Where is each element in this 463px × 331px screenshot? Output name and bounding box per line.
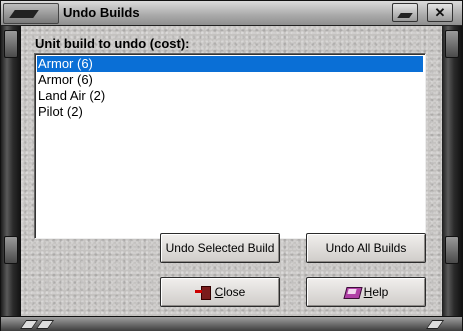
frame-corner-icon bbox=[35, 320, 55, 329]
exit-door-icon bbox=[194, 285, 211, 300]
list-item[interactable]: Armor (6) bbox=[37, 56, 423, 72]
window-menu-icon[interactable] bbox=[3, 3, 59, 24]
help-button-label: Help bbox=[363, 285, 389, 299]
dialog-body: Unit build to undo (cost): Armor (6) Arm… bbox=[21, 26, 442, 316]
window-title: Undo Builds bbox=[63, 5, 140, 20]
frame-rivet-icon bbox=[445, 236, 459, 264]
list-prompt-label: Unit build to undo (cost): bbox=[35, 36, 190, 51]
help-book-icon bbox=[343, 285, 363, 299]
minimize-icon bbox=[397, 13, 413, 18]
list-item[interactable]: Pilot (2) bbox=[37, 104, 423, 120]
title-bar[interactable]: Undo Builds ✕ bbox=[1, 1, 462, 26]
list-item[interactable]: Armor (6) bbox=[37, 72, 423, 88]
undo-all-builds-button[interactable]: Undo All Builds bbox=[306, 233, 426, 263]
unit-build-list[interactable]: Armor (6) Armor (6) Land Air (2) Pilot (… bbox=[34, 53, 426, 239]
resize-grip-icon[interactable] bbox=[425, 320, 445, 329]
minimize-button[interactable] bbox=[392, 3, 418, 22]
right-frame-rail bbox=[442, 26, 462, 316]
frame-rivet-icon bbox=[4, 30, 18, 58]
close-window-button[interactable]: ✕ bbox=[427, 3, 453, 22]
bottom-frame-bar bbox=[1, 316, 462, 331]
frame-rivet-icon bbox=[4, 236, 18, 264]
frame-rivet-icon bbox=[445, 30, 459, 58]
close-button-label: Close bbox=[214, 285, 246, 299]
undo-selected-build-label: Undo Selected Build bbox=[165, 241, 275, 255]
close-icon: ✕ bbox=[434, 5, 446, 20]
list-item[interactable]: Land Air (2) bbox=[37, 88, 423, 104]
undo-all-builds-label: Undo All Builds bbox=[325, 241, 407, 255]
left-frame-rail bbox=[1, 26, 21, 316]
help-button[interactable]: Help bbox=[306, 277, 426, 307]
undo-builds-dialog: Undo Builds ✕ Unit build to undo (cost):… bbox=[0, 0, 463, 331]
close-button[interactable]: Close bbox=[160, 277, 280, 307]
undo-selected-build-button[interactable]: Undo Selected Build bbox=[160, 233, 280, 263]
